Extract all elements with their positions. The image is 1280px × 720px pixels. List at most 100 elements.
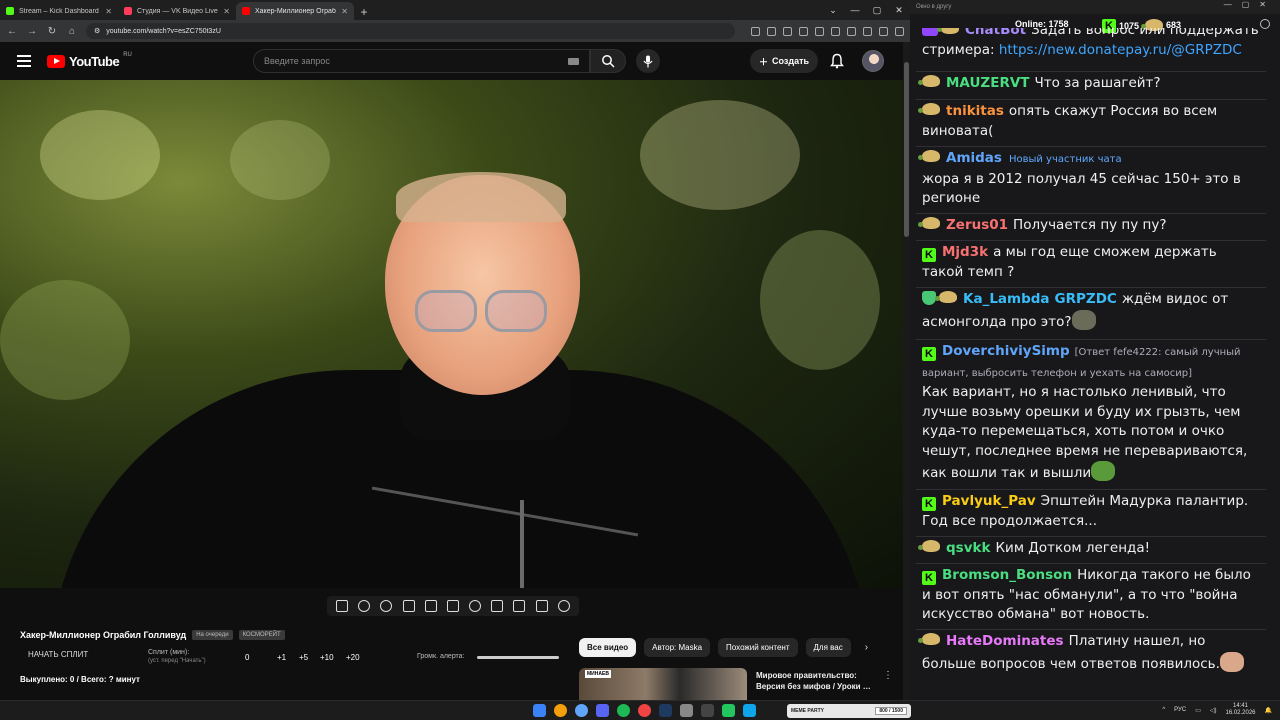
flask-icon[interactable] bbox=[535, 600, 548, 612]
add-20-button[interactable]: +20 bbox=[346, 653, 360, 662]
tab-vk[interactable]: Студия — VK Видео Live ✕ bbox=[118, 2, 236, 20]
keyboard-icon[interactable] bbox=[568, 58, 579, 65]
chip-for-you[interactable]: Для вас bbox=[805, 638, 851, 657]
speed-gauge-icon[interactable] bbox=[469, 600, 482, 612]
voice-search-button[interactable] bbox=[636, 49, 660, 73]
home-icon[interactable]: ⌂ bbox=[66, 26, 78, 37]
chip-author[interactable]: Автор: Maska bbox=[644, 638, 711, 657]
tab-kick[interactable]: Stream – Kick Dashboard ✕ bbox=[0, 2, 118, 20]
chat-username[interactable]: Bromson_Bonson bbox=[942, 567, 1072, 583]
app-icon[interactable] bbox=[722, 704, 735, 717]
puzzle-icon[interactable] bbox=[847, 26, 856, 36]
search-input[interactable]: Введите запрос bbox=[253, 49, 590, 73]
reload-icon[interactable]: ↻ bbox=[46, 26, 58, 37]
chat-username[interactable]: Amidas bbox=[946, 150, 1002, 166]
loop-icon[interactable] bbox=[336, 600, 349, 612]
meme-party-widget[interactable]: MEME PARTY 800 / 1500 bbox=[787, 704, 911, 718]
recommendation-title[interactable]: Мировое правительство: Версия без мифов … bbox=[756, 670, 881, 692]
extension-icon[interactable] bbox=[799, 26, 808, 36]
discord-icon[interactable] bbox=[596, 704, 609, 717]
subtitles-icon[interactable] bbox=[446, 600, 459, 612]
extension-icon[interactable] bbox=[831, 26, 840, 36]
chip-similar[interactable]: Похожий контент bbox=[718, 638, 798, 657]
close-icon[interactable]: ✕ bbox=[341, 7, 348, 16]
search-button[interactable] bbox=[590, 49, 626, 73]
avatar[interactable] bbox=[862, 50, 884, 72]
chevron-up-icon[interactable]: ^ bbox=[1162, 707, 1165, 713]
forward-icon[interactable]: → bbox=[26, 26, 38, 37]
minimize-icon[interactable]: — bbox=[844, 5, 866, 15]
site-info-icon[interactable]: ⚙ bbox=[94, 27, 100, 35]
gear-icon[interactable] bbox=[557, 600, 570, 612]
volume-icon[interactable]: ◁) bbox=[1210, 707, 1217, 714]
chat-username[interactable]: Mjd3k bbox=[942, 244, 988, 260]
page-scrollbar[interactable] bbox=[903, 42, 910, 700]
screen-view-icon[interactable] bbox=[380, 600, 393, 612]
network-icon[interactable]: ▭ bbox=[1195, 707, 1201, 714]
rating-tag[interactable]: КОСМОРЕЙТ bbox=[238, 630, 285, 640]
broadcast-icon[interactable] bbox=[358, 600, 371, 612]
menu-dots-icon[interactable] bbox=[895, 26, 904, 36]
close-icon[interactable]: ✕ bbox=[105, 7, 112, 16]
add-1-button[interactable]: +1 bbox=[277, 653, 286, 662]
chat-username[interactable]: qsvkk bbox=[946, 540, 990, 556]
windows-start-icon[interactable] bbox=[533, 704, 546, 717]
add-5-button[interactable]: +5 bbox=[299, 653, 308, 662]
new-tab-button[interactable]: + bbox=[356, 4, 372, 20]
cast-icon[interactable] bbox=[751, 26, 760, 36]
window-controls[interactable]: —▢✕ bbox=[1224, 0, 1276, 9]
app-icon[interactable] bbox=[638, 704, 651, 717]
keyboard-language[interactable]: РУС bbox=[1174, 707, 1186, 713]
chat-link[interactable]: https://new.donatepay.ru/@GRPZDC bbox=[999, 42, 1242, 58]
close-window-icon[interactable]: ✕ bbox=[888, 5, 910, 16]
spotify-icon[interactable] bbox=[617, 704, 630, 717]
obs-icon[interactable] bbox=[701, 704, 714, 717]
telegram-icon[interactable] bbox=[743, 704, 756, 717]
add-screen-icon[interactable] bbox=[491, 600, 504, 612]
zoom-icon[interactable] bbox=[767, 26, 776, 36]
address-bar[interactable]: ⚙ youtube.com/watch?v=esZC750t3zU bbox=[86, 23, 735, 39]
tab-youtube[interactable]: Хакер-Миллионер Ограбил Голливуд ✕ bbox=[236, 2, 354, 20]
close-icon[interactable]: ✕ bbox=[223, 7, 230, 16]
chevron-right-icon[interactable]: › bbox=[865, 642, 868, 653]
chat-username[interactable]: Ka_Lambda bbox=[963, 291, 1050, 307]
chat-mention[interactable]: GRPZDC bbox=[1055, 291, 1117, 307]
chat-username[interactable]: MAUZERVT bbox=[946, 75, 1030, 91]
app-icon[interactable] bbox=[575, 704, 588, 717]
queue-tag[interactable]: На очереди bbox=[192, 630, 233, 640]
clock[interactable]: 14:41 16.02.2026 bbox=[1225, 703, 1255, 717]
chat-username[interactable]: DoverchiviySimp bbox=[942, 343, 1070, 359]
app-icon[interactable] bbox=[680, 704, 693, 717]
alert-volume-slider[interactable] bbox=[477, 656, 559, 659]
notification-icon[interactable]: 🔔 bbox=[1265, 707, 1272, 714]
chat-username[interactable]: HateDominates bbox=[946, 633, 1064, 649]
steam-icon[interactable] bbox=[659, 704, 672, 717]
add-10-button[interactable]: +10 bbox=[320, 653, 334, 662]
back-icon[interactable]: ← bbox=[6, 26, 18, 37]
chat-username[interactable]: Pavlyuk_Pav bbox=[942, 493, 1036, 509]
video-player[interactable] bbox=[0, 80, 903, 588]
camera-icon[interactable] bbox=[513, 600, 526, 612]
extension-icon[interactable] bbox=[815, 26, 824, 36]
profile-icon[interactable] bbox=[879, 26, 888, 36]
recommendation-thumbnail[interactable]: МИНАЕВ bbox=[579, 668, 747, 700]
clapperboard-icon[interactable] bbox=[402, 600, 415, 612]
chrome-icon[interactable] bbox=[554, 704, 567, 717]
chevron-down-icon[interactable]: ⌄ bbox=[822, 5, 844, 16]
chat-username[interactable]: tnikitas bbox=[946, 103, 1004, 119]
picture-in-picture-icon[interactable] bbox=[424, 600, 437, 612]
chat-username[interactable]: ChatBot bbox=[965, 28, 1026, 38]
chat-username[interactable]: Zerus01 bbox=[946, 217, 1008, 233]
emote-icon bbox=[1219, 651, 1244, 672]
menu-icon[interactable] bbox=[17, 55, 31, 67]
bookmark-star-icon[interactable] bbox=[783, 26, 792, 36]
more-vert-icon[interactable]: ⋮ bbox=[883, 670, 893, 681]
maximize-icon[interactable]: ▢ bbox=[866, 5, 888, 16]
chip-all-videos[interactable]: Все видео bbox=[579, 638, 637, 657]
notifications-button[interactable] bbox=[829, 52, 845, 70]
download-icon[interactable] bbox=[863, 26, 872, 36]
create-button[interactable]: ＋ Создать bbox=[750, 49, 818, 73]
start-split-button[interactable]: НАЧАТЬ СПЛИТ bbox=[28, 650, 88, 659]
youtube-logo[interactable]: YouTube RU bbox=[47, 52, 132, 69]
scrollbar-thumb[interactable] bbox=[904, 62, 909, 237]
